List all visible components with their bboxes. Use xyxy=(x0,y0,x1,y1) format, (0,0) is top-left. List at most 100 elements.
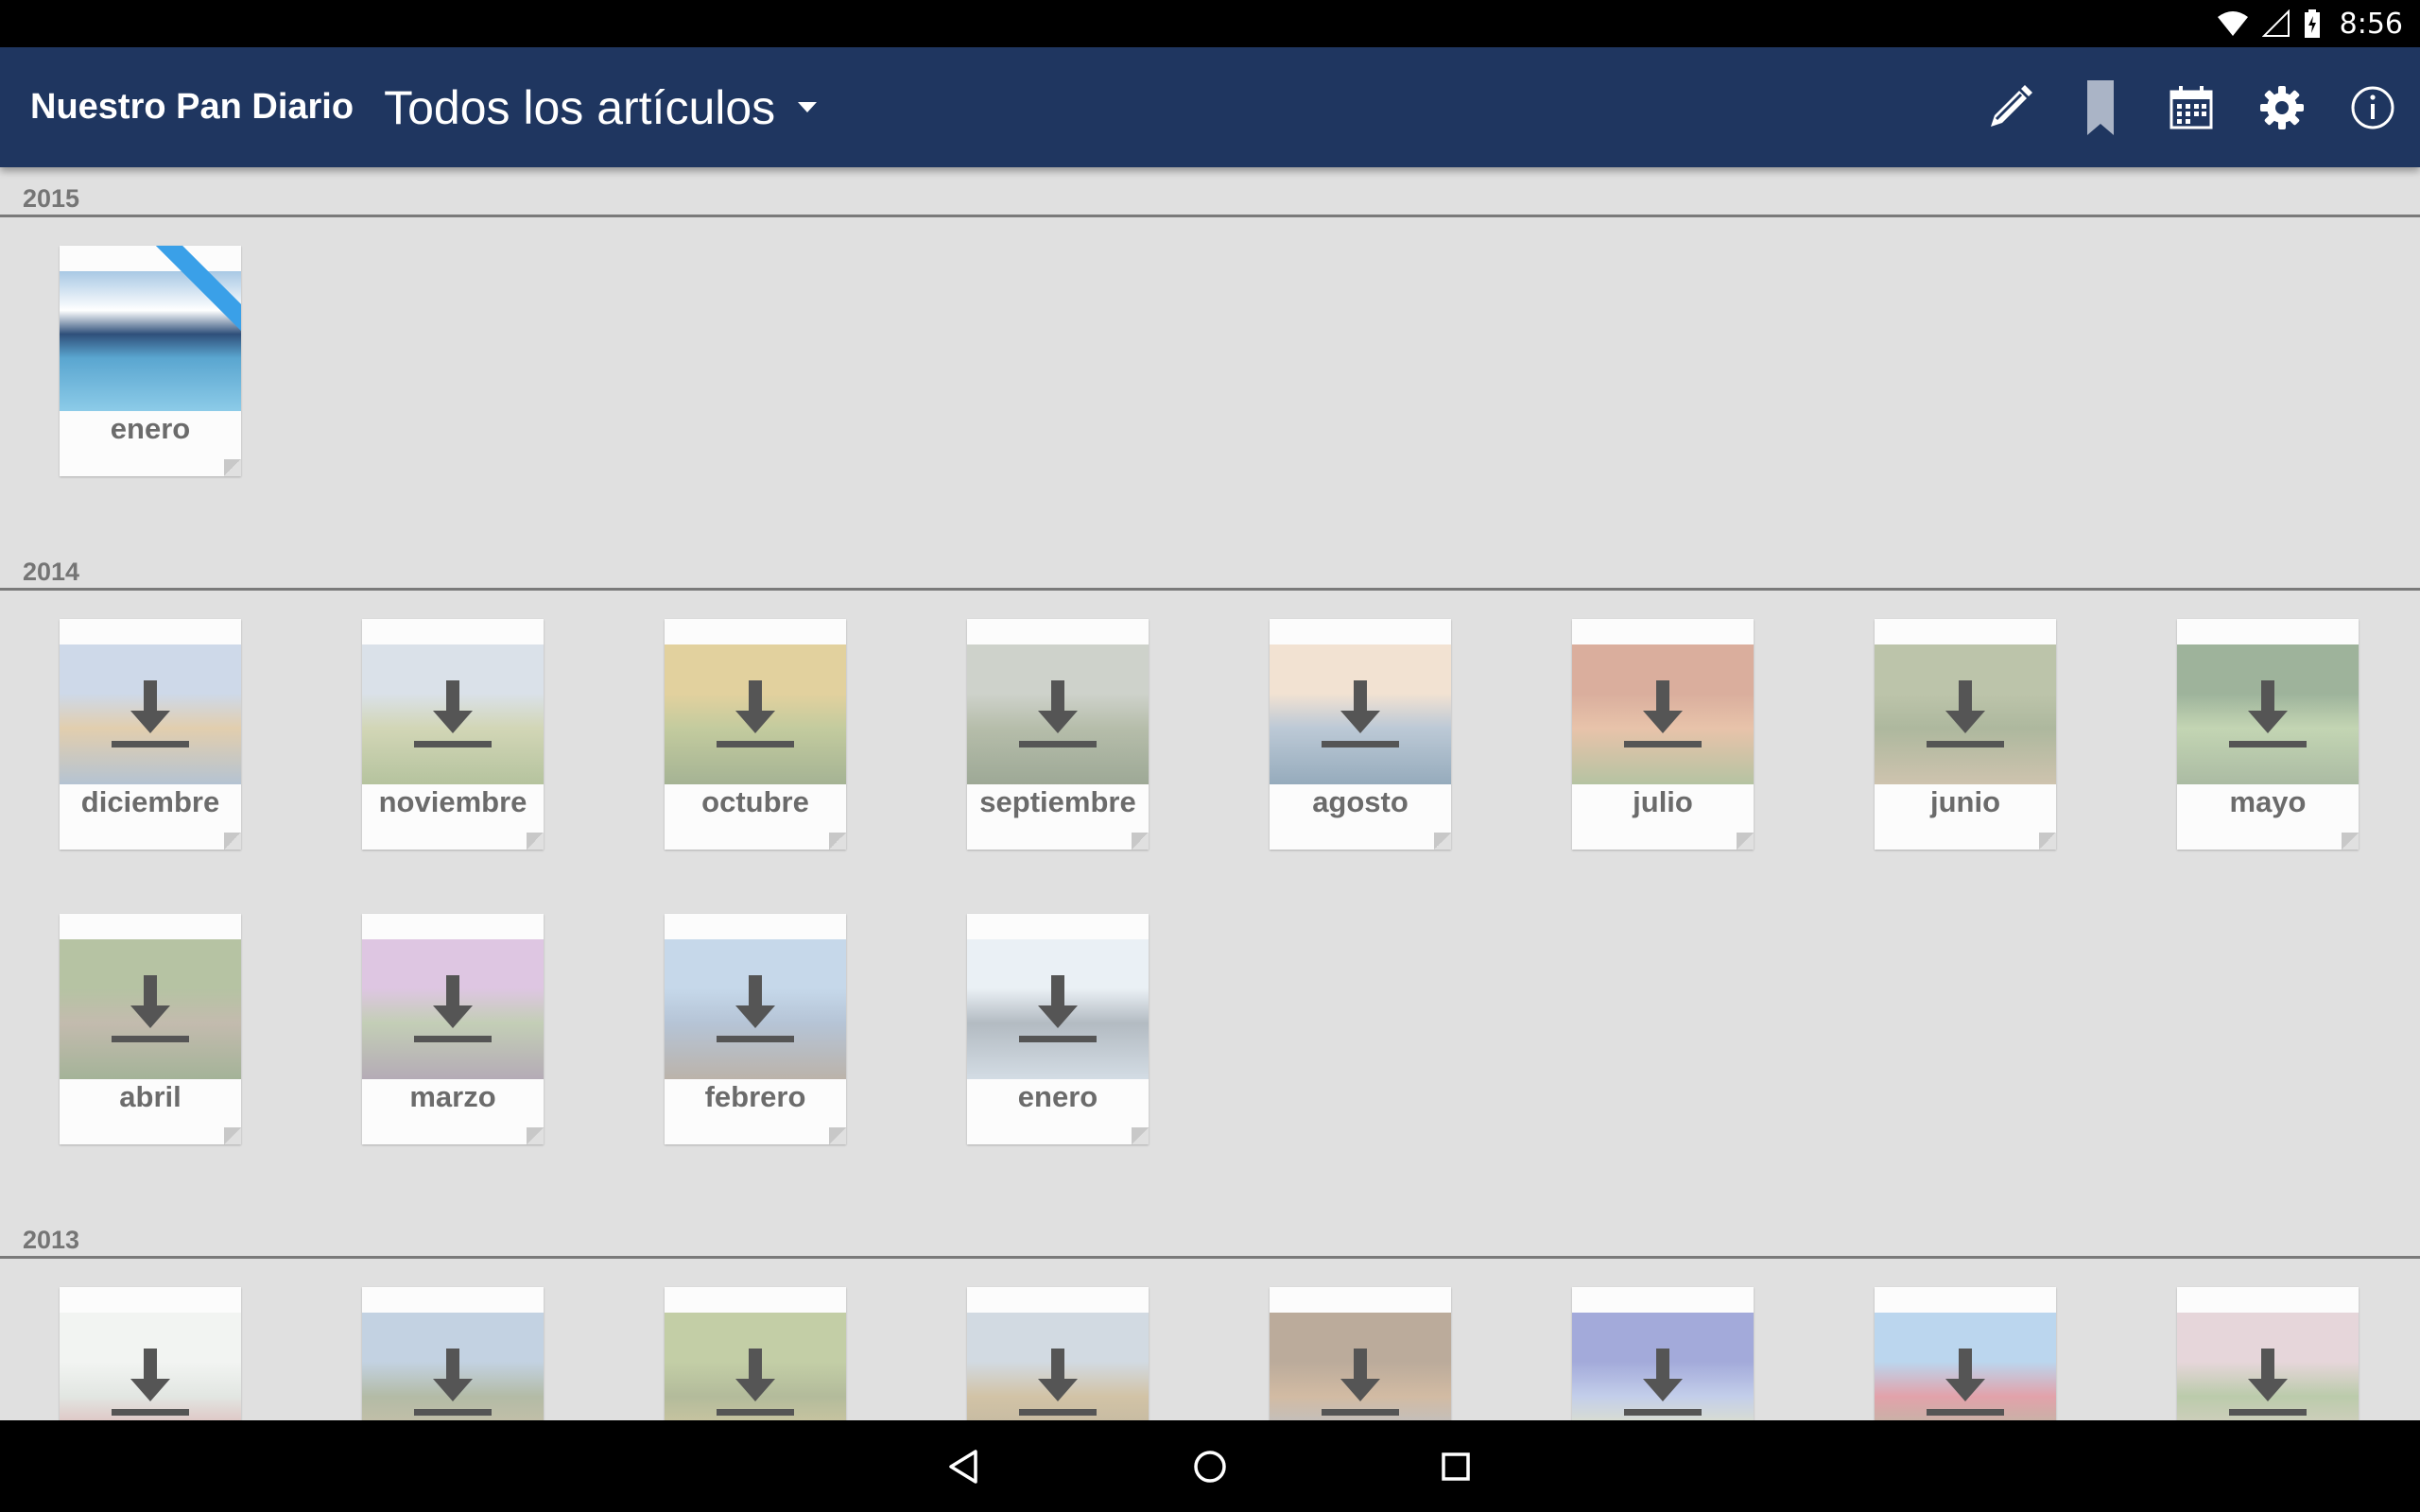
issue-tile[interactable]: mayo xyxy=(2177,1287,2359,1420)
article-filter-dropdown[interactable]: Todos los artículos xyxy=(384,80,818,135)
download-icon xyxy=(717,975,794,1042)
download-icon xyxy=(717,680,794,747)
issue-cover-image xyxy=(2177,1313,2359,1420)
year-label: 2014 xyxy=(23,558,80,586)
issue-cover-image xyxy=(60,1313,241,1420)
app-title: Nuestro Pan Diario xyxy=(30,87,354,127)
page-curl-fold xyxy=(1132,1127,1149,1144)
issue-cover-image xyxy=(362,939,544,1079)
issue-tile[interactable]: enero xyxy=(60,246,241,476)
action-bar: Nuestro Pan Diario Todos los artículos xyxy=(0,47,2420,167)
bookmark-icon xyxy=(2087,79,2114,135)
download-icon xyxy=(112,975,189,1042)
issue-cover-image xyxy=(967,939,1149,1079)
issue-cover-image xyxy=(362,644,544,784)
screen: 8:56 Nuestro Pan Diario Todos los artícu… xyxy=(0,0,2420,1512)
year-divider xyxy=(0,1256,2420,1259)
filter-selected-label: Todos los artículos xyxy=(384,80,776,134)
download-icon xyxy=(1322,680,1399,747)
gear-icon xyxy=(2260,85,2304,129)
issue-month-label: febrero xyxy=(704,1080,806,1113)
issue-cover-image xyxy=(1875,644,2056,784)
issue-month-label: octubre xyxy=(701,785,809,818)
issue-tile[interactable]: marzo xyxy=(362,914,544,1144)
home-button[interactable] xyxy=(1172,1429,1248,1504)
action-buttons xyxy=(1964,47,2418,167)
issue-month-label: mayo xyxy=(2229,785,2307,818)
write-button[interactable] xyxy=(1964,62,2055,153)
issue-cover-image xyxy=(1270,1313,1451,1420)
download-icon xyxy=(112,1349,189,1416)
issue-tile[interactable]: mayo xyxy=(2177,619,2359,850)
issue-cover-image xyxy=(60,644,241,784)
year-header: 2013 xyxy=(0,1209,2420,1259)
page-curl-fold xyxy=(1434,833,1451,850)
info-button[interactable] xyxy=(2327,62,2418,153)
issue-tile[interactable]: junio xyxy=(1875,1287,2056,1420)
issue-month-label: agosto xyxy=(1312,785,1409,818)
issue-tile[interactable]: abril xyxy=(60,914,241,1144)
year-divider xyxy=(0,588,2420,591)
issue-tile[interactable]: noviembre xyxy=(362,1287,544,1420)
download-icon xyxy=(717,1349,794,1416)
download-icon xyxy=(414,1349,492,1416)
issue-tile[interactable]: diciembre xyxy=(60,619,241,850)
issue-tile[interactable]: julio xyxy=(1572,1287,1754,1420)
issue-tile[interactable]: junio xyxy=(1875,619,2056,850)
back-button[interactable] xyxy=(926,1429,1002,1504)
bookmarks-button[interactable] xyxy=(2055,62,2146,153)
calendar-button[interactable] xyxy=(2146,62,2237,153)
issue-month-label: marzo xyxy=(409,1080,496,1113)
issue-tile[interactable]: septiembre xyxy=(967,619,1149,850)
page-curl-fold xyxy=(527,833,544,850)
issue-cover-image xyxy=(60,939,241,1079)
issue-cover-image xyxy=(967,644,1149,784)
issue-tile[interactable]: febrero xyxy=(665,914,846,1144)
new-ribbon xyxy=(147,246,241,340)
download-icon xyxy=(1624,1349,1702,1416)
year-header: 2014 xyxy=(0,541,2420,591)
issue-tile[interactable]: octubre xyxy=(665,1287,846,1420)
issue-month-label: enero xyxy=(1017,1080,1098,1113)
issue-tile[interactable]: julio xyxy=(1572,619,1754,850)
info-icon xyxy=(2351,86,2394,129)
download-icon xyxy=(414,680,492,747)
download-icon xyxy=(2229,680,2307,747)
page-curl-fold xyxy=(1737,833,1754,850)
calendar-icon xyxy=(2169,85,2213,129)
dropdown-arrow-icon xyxy=(798,102,818,112)
issue-tile[interactable]: septiembre xyxy=(967,1287,1149,1420)
battery-charging-icon xyxy=(2304,9,2320,38)
page-curl-fold xyxy=(829,833,846,850)
issue-tile[interactable]: enero xyxy=(967,914,1149,1144)
download-icon xyxy=(1927,1349,2004,1416)
back-icon xyxy=(949,1449,977,1484)
issue-month-label: diciembre xyxy=(80,785,220,818)
issue-cover-image xyxy=(362,1313,544,1420)
issue-cover-image xyxy=(1572,1313,1754,1420)
issues-grid[interactable]: 2015 enero 2014 diciembre noviembre octubre se… xyxy=(0,167,2420,1420)
download-icon xyxy=(1019,975,1097,1042)
download-icon xyxy=(1019,680,1097,747)
download-icon xyxy=(112,680,189,747)
download-icon xyxy=(2229,1349,2307,1416)
issue-month-label: abril xyxy=(119,1080,182,1113)
settings-button[interactable] xyxy=(2237,62,2327,153)
download-icon xyxy=(1322,1349,1399,1416)
clock: 8:56 xyxy=(2339,7,2403,41)
page-curl-fold xyxy=(1132,833,1149,850)
issue-month-label: noviembre xyxy=(378,785,527,818)
page-curl-fold xyxy=(527,1127,544,1144)
issue-tile[interactable]: agosto xyxy=(1270,1287,1451,1420)
issue-tile[interactable]: noviembre xyxy=(362,619,544,850)
issue-tile[interactable]: agosto xyxy=(1270,619,1451,850)
issue-tile[interactable]: diciembre xyxy=(60,1287,241,1420)
issue-cover-image xyxy=(1875,1313,2056,1420)
year-header: 2015 xyxy=(0,167,2420,217)
page-curl-fold xyxy=(2342,833,2359,850)
issue-cover-image xyxy=(665,1313,846,1420)
navigation-bar xyxy=(0,1420,2420,1512)
recents-button[interactable] xyxy=(1418,1429,1494,1504)
issue-tile[interactable]: octubre xyxy=(665,619,846,850)
download-icon xyxy=(1927,680,2004,747)
